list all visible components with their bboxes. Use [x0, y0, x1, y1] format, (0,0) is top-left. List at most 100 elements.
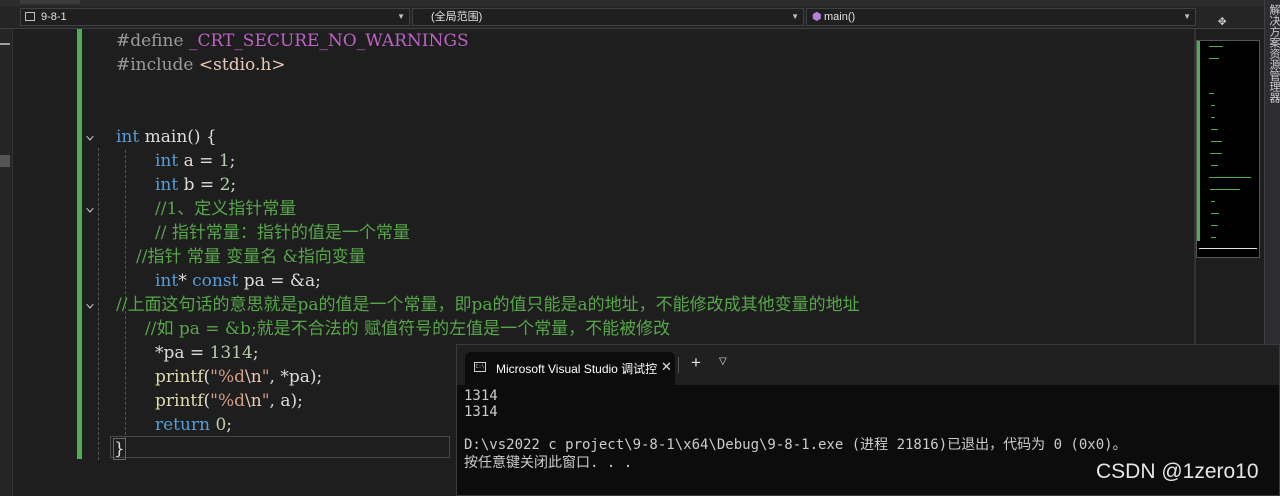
include-path: <stdio.h> [198, 55, 286, 75]
code-line: printf("%d\n", *pa); [155, 365, 322, 389]
minimap-line [1210, 153, 1222, 154]
split-window-icon[interactable]: ✥ [1218, 14, 1226, 28]
minimap-viewport-line [1199, 248, 1257, 249]
minimap-line [1209, 46, 1223, 47]
minimap-line [1211, 117, 1215, 118]
output-line: D:\vs2022 c project\9-8-1\x64\Debug\9-8-… [464, 437, 1127, 453]
close-icon[interactable]: ✕ [661, 359, 672, 375]
code-text: * [178, 271, 193, 291]
function-name: printf [155, 391, 204, 411]
minimap-change-bar [1197, 41, 1200, 241]
fold-toggle-icon[interactable]: ⌄ [85, 129, 95, 143]
minimap-line [1211, 141, 1222, 142]
terminal-title: Microsoft Visual Studio 调试控 [496, 362, 658, 376]
code-line: int* const pa = &a; [155, 269, 321, 293]
number: 1314 [209, 343, 253, 363]
code-comment: //1、定义指针常量 [155, 199, 297, 219]
minimap-line [1211, 237, 1216, 238]
code-text: ; [226, 415, 233, 435]
keyword: int [155, 175, 179, 195]
document-tab[interactable] [20, 0, 80, 4]
code-text: ; [229, 151, 236, 171]
chevron-down-icon[interactable]: ▽ [719, 356, 727, 367]
chevron-down-icon: ▼ [1183, 12, 1191, 21]
code-comment: //指针 常量 变量名 &指向变量 [136, 247, 366, 267]
minimap-line [1211, 225, 1218, 226]
code-comment: //如 pa = &b;就是不合法的 赋值符号的左值是一个常量，不能被修改 [145, 319, 671, 339]
preprocessor: #include [116, 55, 194, 75]
terminal-tab[interactable]: C:\ Microsoft Visual Studio 调试控 ✕ [465, 352, 675, 385]
watermark: CSDN @1zero10 [1096, 460, 1259, 483]
console-icon: C:\ [474, 362, 486, 372]
margin-marker [0, 155, 10, 167]
chevron-down-icon: ▼ [397, 12, 405, 21]
code-text: main() { [144, 127, 217, 147]
keyword: int [155, 271, 179, 291]
code-line: int main() { [116, 125, 217, 149]
keyword: int [116, 127, 140, 147]
margin-marker [0, 43, 10, 45]
minimap-line [1209, 58, 1219, 59]
code-comment: // 指针常量：指针的值是一个常量 [155, 223, 410, 243]
project-icon [25, 12, 35, 21]
fold-toggle-icon[interactable]: ⌄ [85, 201, 95, 215]
minimap-line [1211, 129, 1218, 130]
preprocessor: #define [116, 31, 184, 51]
line-number-gutter [13, 29, 75, 496]
left-margin-bar [0, 29, 13, 496]
code-line: return 0; [155, 413, 232, 437]
code-text: , a); [269, 391, 303, 411]
minimap-line [1209, 93, 1214, 94]
code-minimap[interactable] [1196, 40, 1260, 258]
minimap-line [1211, 213, 1219, 214]
fold-toggle-icon[interactable]: ⌄ [85, 297, 95, 311]
code-comment: //上面这句话的意思就是pa的值是一个常量，即pa的值只能是a的地址，不能修改成… [116, 295, 860, 315]
minimap-line [1211, 165, 1218, 166]
string: " [261, 391, 270, 411]
scope-label: (全局范围) [431, 11, 483, 23]
string: "%d [210, 367, 246, 387]
function-name: printf [155, 367, 204, 387]
output-line: 按任意键关闭此窗口. . . [464, 455, 633, 471]
code-line: } [113, 437, 126, 461]
minimap-line [1211, 105, 1215, 106]
code-line: *pa = 1314; [155, 341, 259, 365]
minimap-line [1209, 177, 1251, 178]
current-line-highlight [110, 436, 450, 458]
function-cube-icon: ⬢ [812, 11, 822, 23]
new-tab-plus-icon[interactable]: + [691, 354, 701, 372]
outline-guide [98, 148, 99, 460]
solution-explorer-label: 解决方案资源管理器 [1268, 4, 1280, 103]
terminal-tab-bar: C:\ Microsoft Visual Studio 调试控 ✕ + ▽ [457, 345, 1279, 385]
code-text: a = [183, 151, 219, 171]
function-dropdown[interactable]: ⬢ main() ▼ [806, 8, 1196, 26]
navigation-bar: 9-8-1 ▼ (全局范围) ▼ ⬢ main() ▼ ✥ [0, 6, 1280, 29]
tab-separator [678, 357, 679, 373]
minimap-line [1211, 201, 1215, 202]
scope-dropdown[interactable]: (全局范围) ▼ [412, 8, 804, 26]
chevron-down-icon: ▼ [791, 12, 799, 21]
code-text: b = [183, 175, 220, 195]
closing-brace: } [113, 438, 126, 460]
code-line: printf("%d\n", a); [155, 389, 303, 413]
code-text: pa = &a; [238, 271, 321, 291]
code-line: #include <stdio.h> [116, 53, 286, 77]
keyword: return [155, 415, 211, 435]
project-label: 9-8-1 [41, 11, 67, 23]
escape-sequence: \n [245, 391, 262, 411]
minimap-line [1210, 189, 1240, 190]
string: " [261, 367, 270, 387]
change-tracking-bar [77, 29, 82, 459]
escape-sequence: \n [245, 367, 262, 387]
code-line: int b = 2; [155, 173, 236, 197]
code-line: #define _CRT_SECURE_NO_WARNINGS [116, 29, 469, 53]
keyword: int [155, 151, 179, 171]
project-dropdown[interactable]: 9-8-1 ▼ [20, 8, 410, 26]
code-text: *pa = [155, 343, 210, 363]
keyword: const [192, 271, 239, 291]
macro-name: _CRT_SECURE_NO_WARNINGS [188, 31, 469, 51]
code-text: ; [252, 343, 259, 363]
code-line: int a = 1; [155, 149, 235, 173]
output-line: 1314 [464, 388, 498, 404]
number: 2 [219, 175, 231, 195]
